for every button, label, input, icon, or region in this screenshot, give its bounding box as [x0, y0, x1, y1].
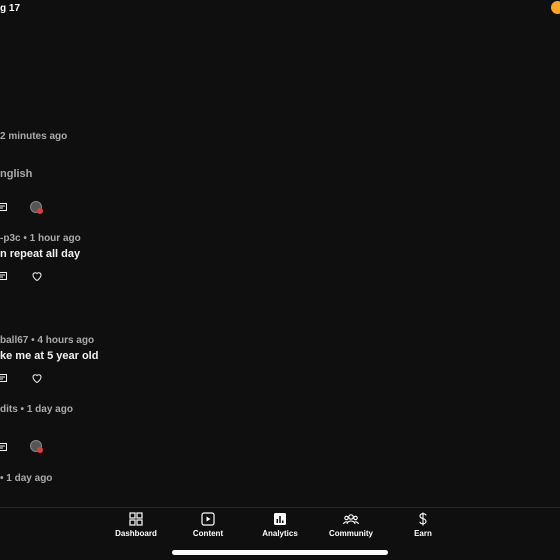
- comment-text: ke me at 5 year old: [0, 350, 99, 362]
- comment-meta: ball67 • 4 hours ago: [0, 335, 95, 346]
- dashboard-icon: [129, 512, 143, 526]
- heart-icon[interactable]: [30, 269, 44, 283]
- nav-item-dashboard[interactable]: Dashboard: [101, 512, 171, 538]
- comment-meta: 2 minutes ago: [0, 131, 68, 142]
- nav-item-earn[interactable]: Earn: [388, 512, 458, 538]
- nav-label: Community: [329, 529, 373, 538]
- reply-icon[interactable]: [0, 373, 8, 385]
- reply-icon[interactable]: [0, 202, 8, 214]
- comment-meta: • 1 day ago: [0, 473, 53, 484]
- heart-icon[interactable]: [30, 371, 44, 385]
- content-icon: [201, 512, 215, 526]
- avatar-icon[interactable]: [30, 201, 44, 215]
- nav-item-community[interactable]: Community: [316, 512, 386, 538]
- nav-label: Dashboard: [115, 529, 157, 538]
- reply-icon[interactable]: [0, 442, 8, 454]
- status-time: g 17: [0, 3, 21, 14]
- nav-label: Earn: [414, 529, 432, 538]
- community-icon: [343, 514, 359, 525]
- reply-icon[interactable]: [0, 271, 8, 283]
- comment-text: n repeat all day: [0, 248, 81, 260]
- avatar-icon[interactable]: [30, 440, 44, 454]
- status-indicator: [551, 1, 560, 14]
- nav-item-content[interactable]: Content: [173, 512, 243, 538]
- analytics-icon: [274, 513, 286, 525]
- earn-icon: [419, 512, 427, 526]
- nav-label: Analytics: [262, 529, 298, 538]
- home-indicator: [172, 550, 388, 555]
- comment-text: nglish: [0, 168, 33, 180]
- nav-label: Content: [192, 529, 224, 538]
- comment-meta: -p3c • 1 hour ago: [0, 233, 81, 244]
- nav-item-analytics[interactable]: Analytics: [245, 512, 315, 538]
- comment-meta: dits • 1 day ago: [0, 404, 73, 415]
